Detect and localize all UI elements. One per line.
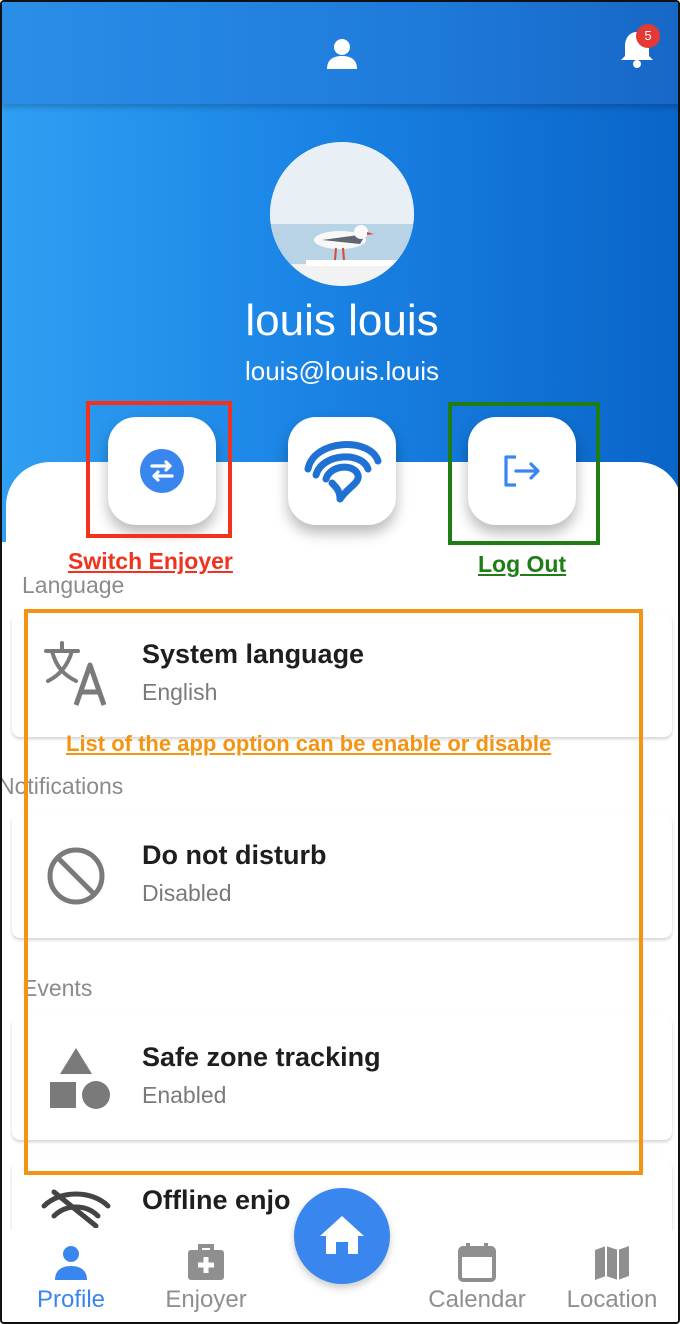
wifi-off-icon xyxy=(41,1189,111,1228)
nav-label-enjoyer: Enjoyer xyxy=(165,1286,247,1313)
nav-label-calendar: Calendar xyxy=(428,1286,526,1313)
top-app-bar: 5 xyxy=(2,2,678,104)
user-name: louis louis xyxy=(245,296,439,345)
annotation-logout-label: Log Out xyxy=(478,551,567,577)
annotation-options-label: List of the app option can be enable or … xyxy=(66,731,552,756)
section-label-language: Language xyxy=(22,572,125,598)
medical-kit-icon xyxy=(188,1244,224,1280)
home-button[interactable] xyxy=(294,1188,390,1284)
nav-item-enjoyer[interactable]: Enjoyer xyxy=(136,1242,276,1314)
nav-item-location[interactable]: Location xyxy=(542,1242,678,1314)
app-screen: 5 louis louis louis@louis.louis Switch E… xyxy=(0,0,680,1324)
map-icon xyxy=(595,1246,629,1280)
setting-title-offline: Offline enjo xyxy=(142,1185,291,1215)
user-email: louis@louis.louis xyxy=(244,356,440,386)
app-logo-button[interactable] xyxy=(288,417,396,525)
annotation-box-options xyxy=(24,609,643,1175)
person-icon xyxy=(55,1246,87,1280)
annotation-box-logout xyxy=(448,402,600,545)
nav-label-profile: Profile xyxy=(36,1286,106,1313)
person-icon[interactable] xyxy=(324,36,360,72)
notification-badge: 5 xyxy=(636,24,660,48)
calendar-icon xyxy=(458,1243,496,1282)
nav-label-location: Location xyxy=(566,1286,658,1313)
avatar[interactable] xyxy=(270,142,414,286)
seagull-photo xyxy=(270,142,414,286)
nav-item-profile[interactable]: Profile xyxy=(2,1242,141,1314)
nav-item-calendar[interactable]: Calendar xyxy=(407,1242,547,1314)
home-icon xyxy=(320,1216,364,1254)
app-logo-icon xyxy=(304,441,382,503)
annotation-switch-label: Switch Enjoyer xyxy=(68,548,233,574)
annotation-box-switch xyxy=(86,401,232,538)
